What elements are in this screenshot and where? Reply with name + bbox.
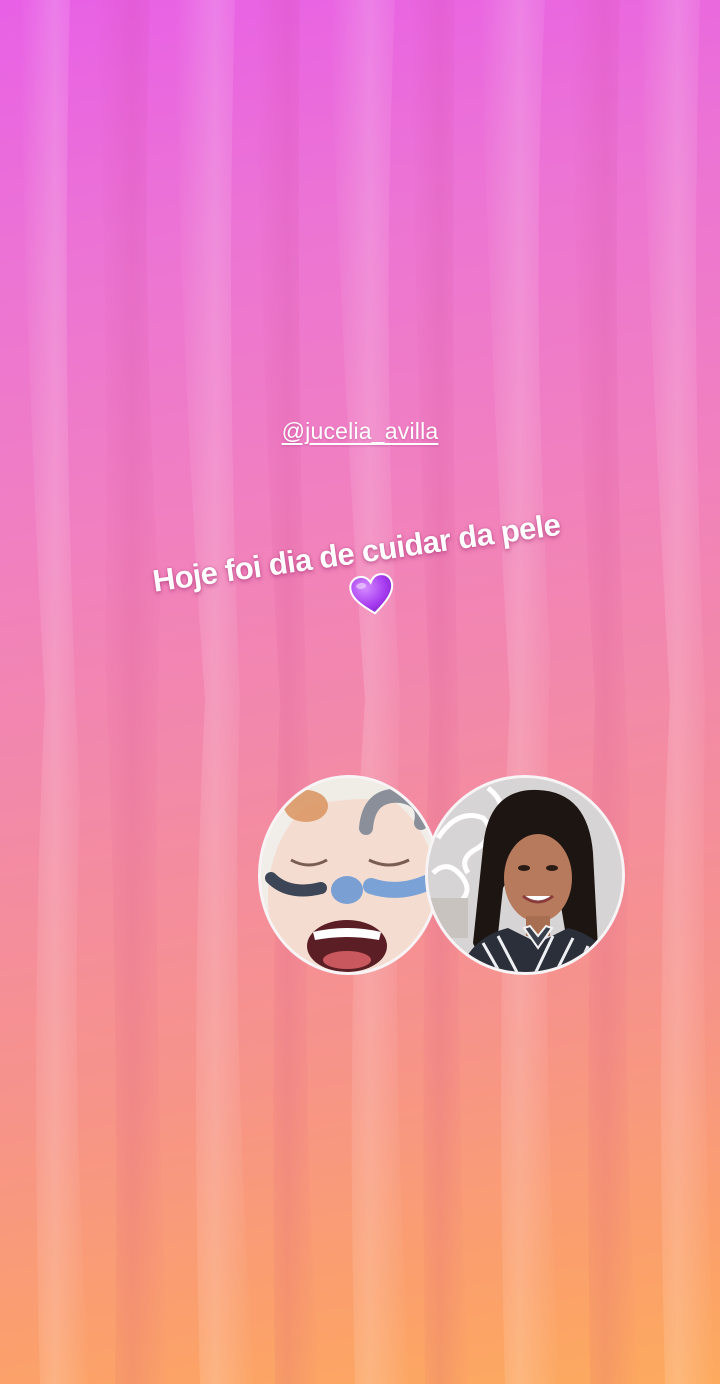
purple-heart-icon	[347, 570, 399, 623]
watercolor-background	[20, 0, 715, 1384]
caption-block: Hoje foi dia de cuidar da pele	[106, 501, 613, 657]
mention-link[interactable]: @jucelia_avilla	[0, 418, 720, 445]
story-canvas: @jucelia_avilla Hoje foi dia de cuidar d…	[0, 0, 720, 1384]
face-mask-photo	[258, 775, 440, 975]
profile-photo	[425, 775, 625, 975]
